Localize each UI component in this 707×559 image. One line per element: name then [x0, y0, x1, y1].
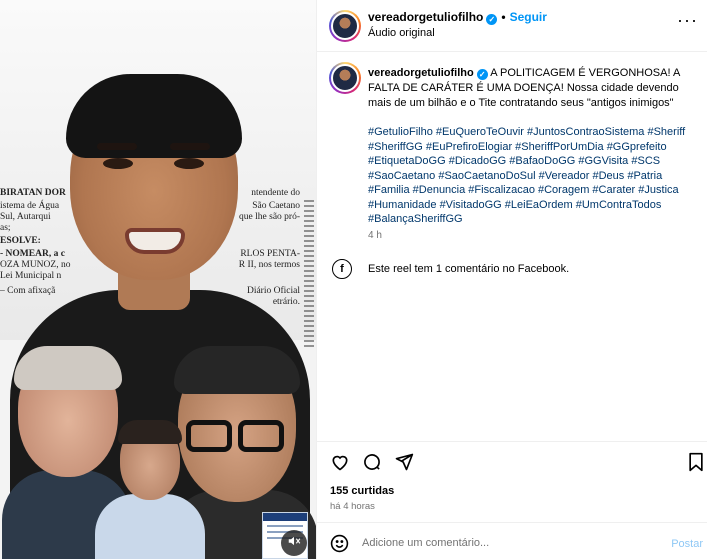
facebook-icon: f: [332, 259, 352, 279]
document-line: ESOLVE:: [0, 236, 41, 246]
hashtag-link[interactable]: #Humanidade: [368, 199, 437, 211]
follow-button[interactable]: Seguir: [510, 10, 547, 24]
hashtag-link[interactable]: #BalançaSheriffGG: [368, 213, 463, 225]
person-center-hair: [118, 420, 182, 444]
document-line: que lhe são pró-: [239, 212, 300, 222]
speaker-muted-icon: [287, 534, 301, 553]
speaker-brow: [97, 143, 137, 150]
hashtag-list: #GetulioFilho #EuQueroTeOuvir #JuntosCon…: [368, 125, 698, 227]
document-line: istema de Água: [0, 201, 60, 211]
comment-bar: Postar: [317, 522, 707, 559]
speaker-hair: [66, 74, 242, 158]
glasses-lens: [186, 420, 232, 452]
hashtag-link[interactable]: #SaoCaetano: [368, 170, 435, 182]
glasses-lens: [238, 420, 284, 452]
hashtag-link[interactable]: #VisitadoGG: [440, 199, 502, 211]
caption: vereadorgetuliofilho ✓ A POLITICAGEM É VE…: [368, 66, 698, 111]
post-header: vereadorgetuliofilho ✓ • Seguir Áudio origi…: [317, 0, 707, 52]
document-line: as;: [0, 223, 11, 233]
hashtag-link[interactable]: #DicadoGG: [449, 155, 506, 167]
hashtag-link[interactable]: #Vereador: [539, 170, 590, 182]
hashtag-link[interactable]: #Sheriff: [647, 126, 685, 138]
hashtag-link[interactable]: #BafaoDoGG: [509, 155, 575, 167]
hashtag-link[interactable]: #SheriffGG: [368, 141, 423, 153]
hashtag-link[interactable]: #Carater: [592, 184, 635, 196]
action-bar: 155 curtidas há 4 horas Postar: [317, 441, 707, 559]
hashtag-link[interactable]: #SheriffPorUmDia: [515, 141, 603, 153]
hashtag-link[interactable]: #Deus: [592, 170, 624, 182]
hashtag-link[interactable]: #GGVisita: [578, 155, 628, 167]
hashtag-link[interactable]: #Denuncia: [413, 184, 466, 196]
document-line: etrário.: [272, 297, 300, 307]
document-vertical-stamp: [304, 200, 314, 350]
document-line: R II, nos termos: [238, 260, 300, 270]
hashtag-link[interactable]: #Coragem: [538, 184, 589, 196]
document-line: Lei Municipal n: [0, 271, 62, 281]
post-panel: vereadorgetuliofilho ✓ • Seguir Áudio origi…: [316, 0, 707, 559]
mute-button[interactable]: [281, 530, 307, 556]
document-line: ntendente do: [251, 188, 300, 198]
person-left-hair: [14, 346, 122, 390]
speaker-mouth: [125, 228, 185, 254]
person-center-body: [95, 494, 205, 559]
separator-dot: •: [501, 10, 506, 24]
hashtag-link[interactable]: #EuQueroTeOuvir: [436, 126, 524, 138]
speaker-eye: [174, 158, 204, 169]
document-line: - NOMEAR, a c: [0, 249, 65, 259]
verified-badge-icon: ✓: [486, 14, 498, 25]
hashtag-link[interactable]: #GetulioFilho: [368, 126, 433, 138]
caption-timestamp: 4 h: [368, 230, 382, 241]
post-timestamp: há 4 horas: [330, 501, 375, 512]
facebook-comments-note[interactable]: Este reel tem 1 comentário no Facebook.: [368, 263, 569, 275]
document-line: Diário Oficial: [246, 286, 300, 296]
hashtag-link[interactable]: #EtiquetaDoGG: [368, 155, 446, 167]
hashtag-link[interactable]: #EuPrefiroElogiar: [426, 141, 512, 153]
hashtag-link[interactable]: #Patria: [627, 170, 662, 182]
document-line: Sul, Autarqui: [0, 212, 51, 222]
comment-bubble-icon[interactable]: [361, 451, 383, 473]
speaker-eye: [103, 158, 133, 169]
hashtag-link[interactable]: #LeiEaOrdem: [505, 199, 573, 211]
hashtag-link[interactable]: #GGprefeito: [607, 141, 667, 153]
hashtag-link[interactable]: #SCS: [631, 155, 660, 167]
header-username-row: vereadorgetuliofilho ✓ • Seguir: [368, 10, 547, 25]
document-line: – Com afixaçã: [0, 286, 56, 296]
more-options-icon[interactable]: ···: [677, 11, 698, 29]
document-line: OZA MUNOZ, no: [0, 260, 71, 270]
document-line: RLOS PENTA-: [240, 249, 300, 259]
username-link[interactable]: vereadorgetuliofilho: [368, 10, 483, 24]
paper-plane-icon[interactable]: [393, 451, 415, 473]
person-right-hair: [174, 346, 300, 394]
heart-icon[interactable]: [329, 451, 351, 473]
document-line: BIRATAN DOR: [0, 188, 66, 198]
hashtag-link[interactable]: #UmContraTodos: [576, 199, 662, 211]
caption-username[interactable]: vereadorgetuliofilho: [368, 67, 474, 79]
speaker-brow: [170, 143, 210, 150]
hashtag-link[interactable]: #Familia: [368, 184, 410, 196]
hashtag-link[interactable]: #SaoCaetanoDoSul: [438, 170, 535, 182]
like-count[interactable]: 155 curtidas: [330, 485, 394, 497]
verified-badge-icon: ✓: [476, 69, 488, 80]
reel-video[interactable]: BIRATAN DOR istema de Água Sul, Autarqui…: [0, 0, 316, 559]
document-line: São Caetano: [252, 201, 300, 211]
hashtag-link[interactable]: #Fiscalizacao: [468, 184, 535, 196]
comment-input[interactable]: [362, 532, 642, 554]
hashtag-link[interactable]: #Justica: [638, 184, 678, 196]
hashtag-link[interactable]: #JuntosContraoSistema: [527, 126, 644, 138]
caption-avatar[interactable]: [329, 62, 361, 94]
bookmark-icon[interactable]: [685, 451, 707, 473]
post-comment-button[interactable]: Postar: [671, 538, 703, 550]
smiley-icon[interactable]: [330, 534, 349, 553]
audio-label[interactable]: Áudio original: [368, 27, 435, 39]
avatar[interactable]: [329, 10, 361, 42]
